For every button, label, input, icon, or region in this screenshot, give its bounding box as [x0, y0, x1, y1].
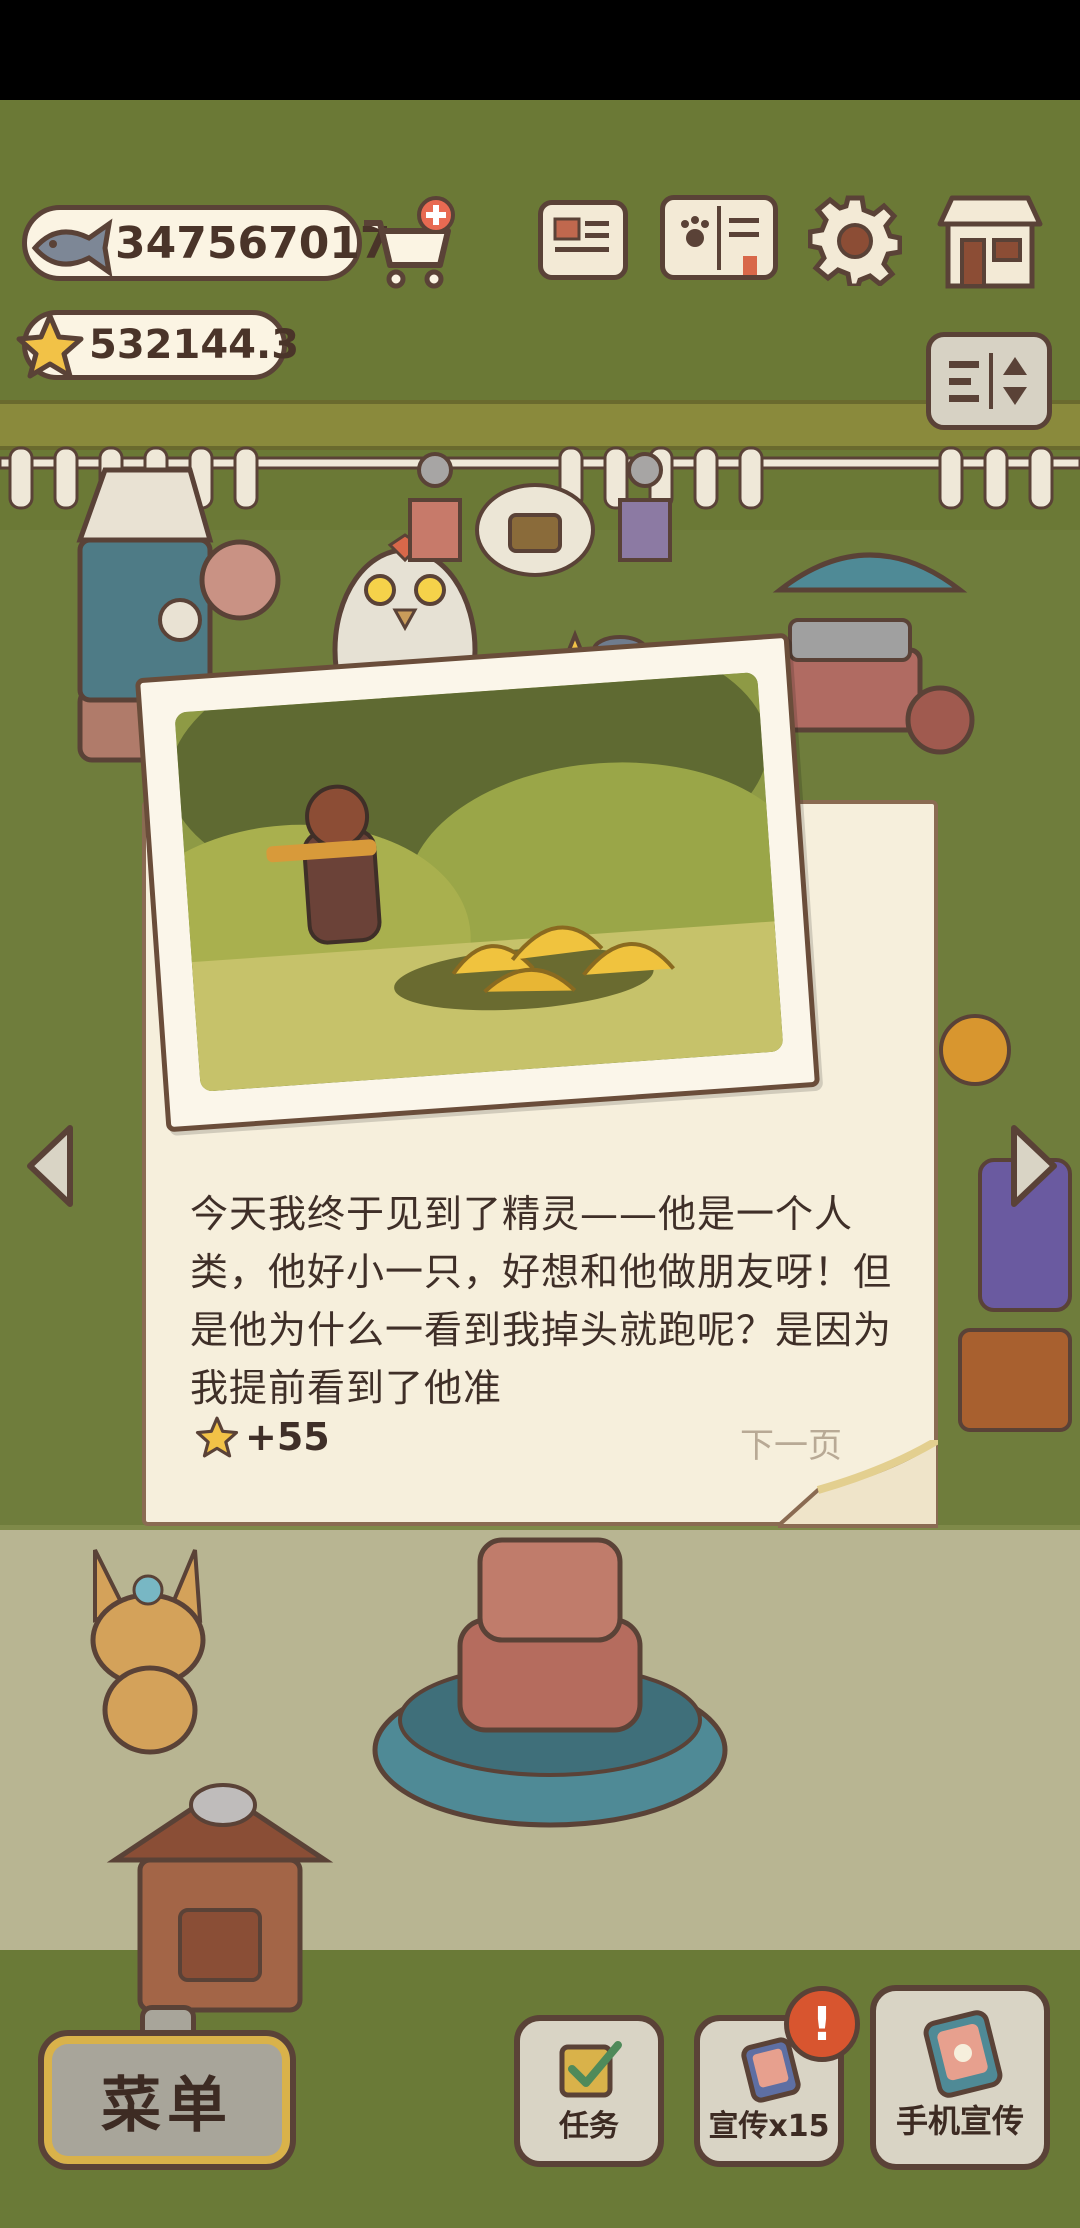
- diary-reward-value: +55: [245, 1415, 330, 1459]
- next-arrow-icon[interactable]: [1000, 1120, 1064, 1212]
- gear-icon[interactable]: [808, 192, 902, 286]
- star-icon: [195, 1416, 239, 1458]
- sort-icon: [949, 353, 1027, 409]
- phone-promo-label: 手机宣传: [895, 2102, 1024, 2140]
- promo-label: 宣传x15: [708, 2109, 830, 2144]
- wooden-shrine: [106, 1783, 334, 2013]
- cart-plus-icon[interactable]: [360, 195, 460, 290]
- shop-icon[interactable]: [934, 192, 1046, 292]
- diary-entry-text: 今天我终于见到了精灵——他是一个人类，他好小一只，好想和他做朋友呀！但是他为什么…: [190, 1192, 893, 1410]
- fish-icon: [31, 218, 113, 278]
- star-currency-value: 532144.3: [89, 322, 300, 368]
- phone-icon: [923, 2010, 1003, 2098]
- cat-book-button[interactable]: [660, 195, 778, 280]
- menu-button[interactable]: 菜单: [38, 2030, 296, 2170]
- newspaper-icon: [553, 217, 609, 252]
- cake-fountain: [372, 1537, 728, 1828]
- alert-badge: !: [784, 1986, 860, 2062]
- fish-currency-value: 347567017: [115, 217, 391, 269]
- phone-promo-button[interactable]: 手机宣传: [870, 1985, 1050, 2170]
- status-bar: [0, 0, 1080, 100]
- right-side-decor: [939, 1014, 1072, 1432]
- paw-book-icon: [681, 206, 759, 276]
- page-curl[interactable]: [778, 1440, 938, 1528]
- checkbox-icon: [559, 2041, 622, 2098]
- fish-currency-counter: 347567017: [22, 205, 391, 281]
- lamp-posts: [408, 452, 672, 562]
- diary-photo: [134, 632, 821, 1133]
- star-currency-counter: 532144.3: [16, 310, 299, 380]
- menu-label: 菜单: [101, 2070, 233, 2141]
- task-button[interactable]: 任务: [514, 2015, 664, 2167]
- diary-photo-illustration: [174, 671, 784, 1092]
- sort-button[interactable]: [926, 332, 1052, 430]
- cat-character: [90, 1549, 206, 1755]
- news-button[interactable]: [538, 200, 628, 280]
- previous-arrow-icon[interactable]: [20, 1120, 84, 1212]
- task-label: 任务: [559, 2109, 619, 2144]
- star-icon: [16, 313, 84, 379]
- diary-reward: +55: [195, 1415, 330, 1459]
